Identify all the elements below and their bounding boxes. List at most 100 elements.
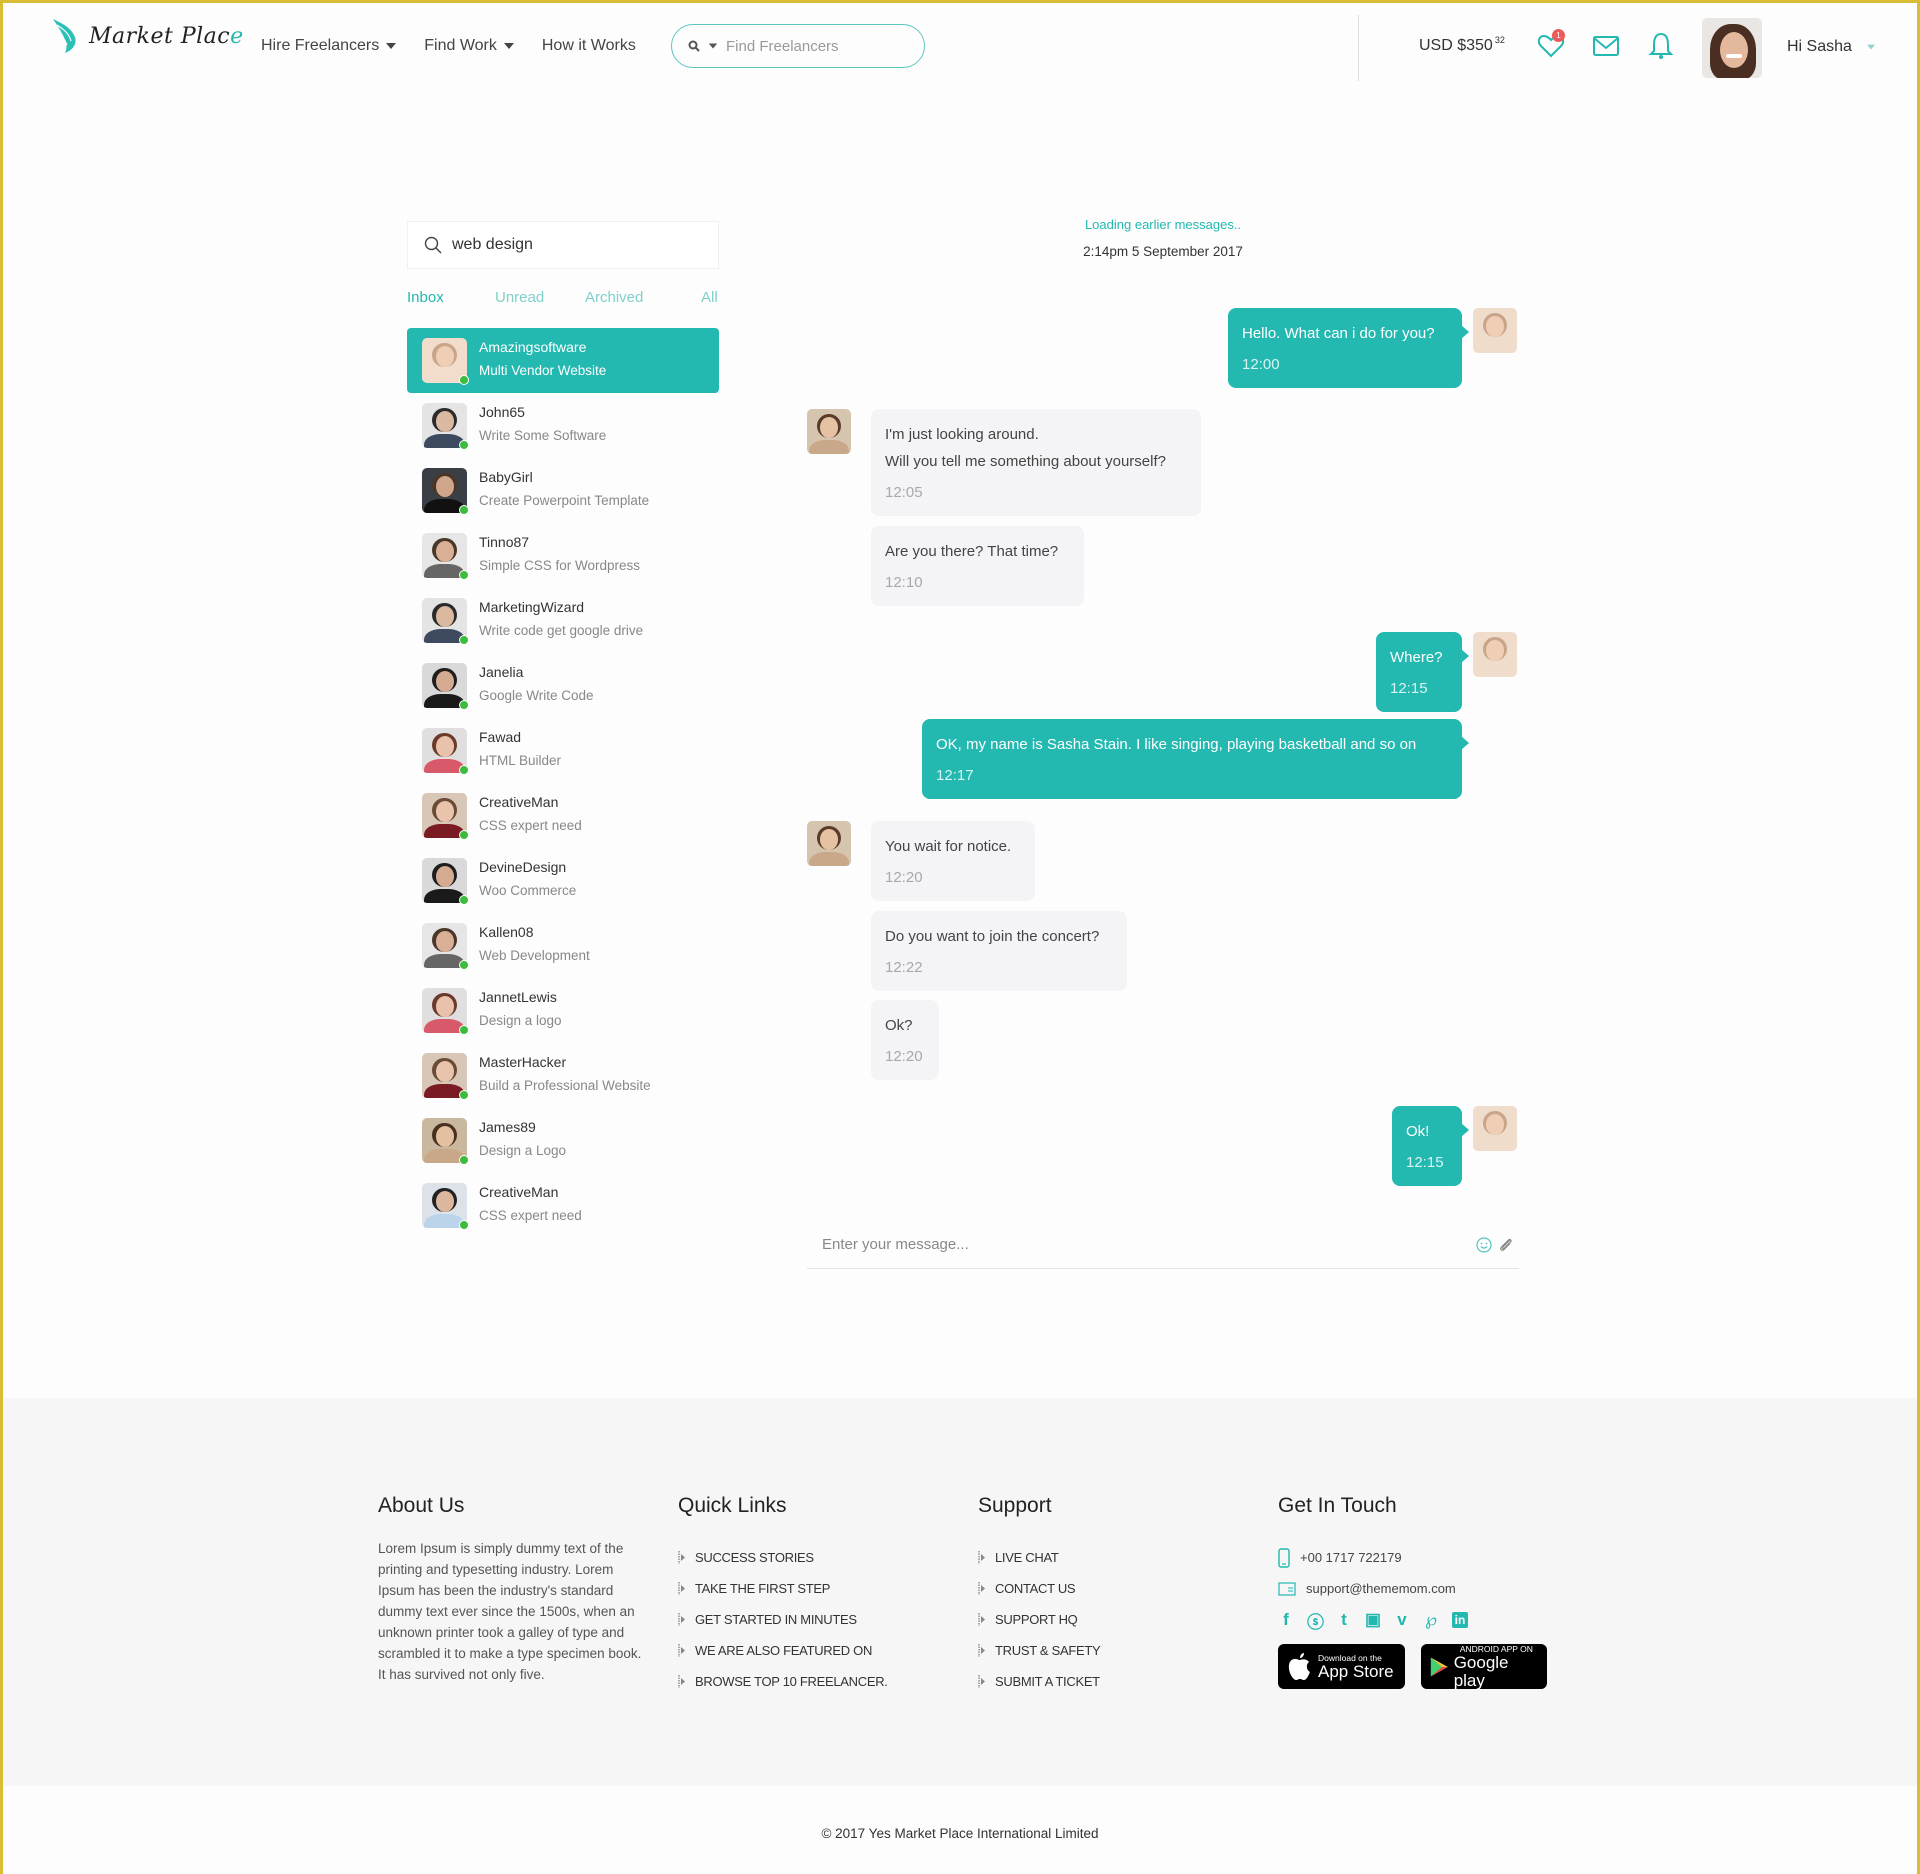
arrow-bullet-icon <box>978 1613 985 1626</box>
contact-phone[interactable]: +00 1717 722179 <box>1278 1542 1547 1573</box>
conversation-item[interactable]: Tinno87 Simple CSS for Wordpress <box>407 523 719 588</box>
attachment-icon[interactable] <box>1497 1236 1515 1254</box>
footer-link[interactable]: LIVE CHAT <box>978 1542 1100 1573</box>
search-icon <box>424 236 442 254</box>
facebook-icon[interactable]: f <box>1278 1610 1294 1630</box>
footer-link[interactable]: SUBMIT A TICKET <box>978 1666 1100 1697</box>
account-balance[interactable]: USD $350 32 <box>1419 35 1505 55</box>
conversation-item[interactable]: Kallen08 Web Development <box>407 913 719 978</box>
message-text: Do you want to join the concert? <box>885 928 1100 945</box>
tumblr-icon[interactable]: t <box>1336 1610 1352 1630</box>
online-status-icon <box>459 1090 469 1100</box>
apple-icon <box>1288 1652 1310 1680</box>
nav-find-work[interactable]: Find Work <box>424 37 514 55</box>
conversation-subject: Create Powerpoint Template <box>479 493 650 508</box>
conversation-item[interactable]: CreativeMan CSS expert need <box>407 783 719 848</box>
search-type-dropdown-icon[interactable] <box>708 43 718 49</box>
message-input[interactable] <box>822 1236 1475 1253</box>
tab-inbox[interactable]: Inbox <box>407 289 495 306</box>
conversation-tabs: Inbox Unread Archived All <box>407 289 719 306</box>
tab-unread[interactable]: Unread <box>495 289 585 306</box>
user-greeting: Hi Sasha <box>1787 38 1852 55</box>
conversation-subject: CSS expert need <box>479 1208 582 1223</box>
message-text: Will you tell me something about yoursel… <box>885 453 1166 470</box>
contact-avatar <box>422 728 469 775</box>
skype-icon[interactable]: ⓢ <box>1307 1608 1324 1633</box>
message-time: 12:00 <box>1242 356 1280 373</box>
copyright: © 2017 Yes Market Place International Li… <box>821 1826 1099 1841</box>
message-text: Are you there? That time? <box>885 543 1059 560</box>
find-freelancers-input[interactable] <box>726 37 896 55</box>
tab-archived[interactable]: Archived <box>585 289 701 306</box>
vimeo-icon[interactable]: v <box>1394 1610 1410 1630</box>
nav-how-it-works[interactable]: How it Works <box>542 37 636 55</box>
conversation-item[interactable]: MarketingWizard Write code get google dr… <box>407 588 719 653</box>
footer-link[interactable]: BROWSE TOP 10 FREELANCER. <box>678 1666 888 1697</box>
arrow-bullet-icon <box>978 1582 985 1595</box>
contact-avatar <box>422 598 469 645</box>
footer: About Us Lorem Ipsum is simply dummy tex… <box>3 1398 1917 1786</box>
contact-email[interactable]: support@thememom.com <box>1278 1573 1547 1604</box>
contact-phone-text: +00 1717 722179 <box>1300 1550 1402 1565</box>
logo-text: Market Place <box>89 23 244 49</box>
conversation-item[interactable]: Janelia Google Write Code <box>407 653 719 718</box>
load-earlier-messages[interactable]: Loading earlier messages.. <box>807 217 1519 232</box>
mail-icon[interactable] <box>1591 31 1621 61</box>
conversation-item[interactable]: CreativeMan CSS expert need <box>407 1173 719 1238</box>
tab-all[interactable]: All <box>701 289 718 306</box>
footer-link[interactable]: GET STARTED IN MINUTES <box>678 1604 888 1635</box>
contact-avatar <box>422 663 469 710</box>
contact-name: Fawad <box>479 729 522 745</box>
bell-icon[interactable] <box>1646 31 1676 61</box>
conversation-item[interactable]: JannetLewis Design a logo <box>407 978 719 1043</box>
message-text: Where? <box>1390 649 1443 666</box>
online-status-icon <box>459 505 469 515</box>
footer-link[interactable]: TAKE THE FIRST STEP <box>678 1573 888 1604</box>
contact-avatar <box>422 403 469 450</box>
caret-down-icon <box>503 43 514 49</box>
conversation-search-input[interactable] <box>452 236 692 254</box>
message-time: 12:15 <box>1390 680 1428 697</box>
footer-link-label: WE ARE ALSO FEATURED ON <box>695 1643 873 1658</box>
conversation-item[interactable]: BabyGirl Create Powerpoint Template <box>407 458 719 523</box>
google-play-icon <box>1430 1657 1448 1676</box>
footer-link[interactable]: SUPPORT HQ <box>978 1604 1100 1635</box>
arrow-bullet-icon <box>978 1644 985 1657</box>
footer-link[interactable]: CONTACT US <box>978 1573 1100 1604</box>
youtube-icon[interactable]: ▣ <box>1365 1610 1381 1630</box>
app-store-button[interactable]: Download on the App Store <box>1278 1644 1405 1689</box>
contact-email-text: support@thememom.com <box>1306 1581 1456 1596</box>
emoji-icon[interactable] <box>1475 1236 1493 1254</box>
footer-bottom: © 2017 Yes Market Place International Li… <box>3 1786 1917 1874</box>
online-status-icon <box>459 440 469 450</box>
footer-link-label: BROWSE TOP 10 FREELANCER. <box>695 1674 888 1689</box>
footer-link-label: LIVE CHAT <box>995 1550 1059 1565</box>
conversation-item[interactable]: Fawad HTML Builder <box>407 718 719 783</box>
arrow-bullet-icon <box>978 1675 985 1688</box>
linkedin-icon[interactable]: in <box>1452 1612 1468 1628</box>
footer-link[interactable]: SUCCESS STORIES <box>678 1542 888 1573</box>
social-links: f ⓢ t ▣ v ℘ in <box>1278 1608 1547 1632</box>
search-icon[interactable] <box>688 40 700 52</box>
conversation-item[interactable]: John65 Write Some Software <box>407 393 719 458</box>
contact-name: Tinno87 <box>479 534 530 550</box>
conversation-search <box>407 221 719 269</box>
user-avatar[interactable] <box>1702 18 1762 78</box>
conversation-item[interactable]: James89 Design a Logo <box>407 1108 719 1173</box>
contact-avatar <box>422 468 469 515</box>
logo[interactable]: Market Place <box>51 17 244 55</box>
footer-link[interactable]: TRUST & SAFETY <box>978 1635 1101 1666</box>
message-text: You wait for notice. <box>885 838 1012 855</box>
conversation-item[interactable]: MasterHacker Build a Professional Websit… <box>407 1043 719 1108</box>
conversation-item[interactable]: Amazingsoftware Multi Vendor Website <box>407 328 719 393</box>
conversation-item[interactable]: DevineDesign Woo Commerce <box>407 848 719 913</box>
footer-link[interactable]: WE ARE ALSO FEATURED ON <box>678 1635 888 1666</box>
phone-icon <box>1278 1547 1290 1568</box>
online-status-icon <box>459 765 469 775</box>
pinterest-icon[interactable]: ℘ <box>1423 1610 1439 1630</box>
message-bubble: Hello. What can i do for you? 12:00 <box>1228 308 1469 388</box>
google-play-button[interactable]: ANDROID APP ON Google play <box>1421 1644 1547 1689</box>
user-menu[interactable]: Hi Sasha <box>1787 38 1876 56</box>
nav-hire-freelancers[interactable]: Hire Freelancers <box>261 37 397 55</box>
online-status-icon <box>459 635 469 645</box>
